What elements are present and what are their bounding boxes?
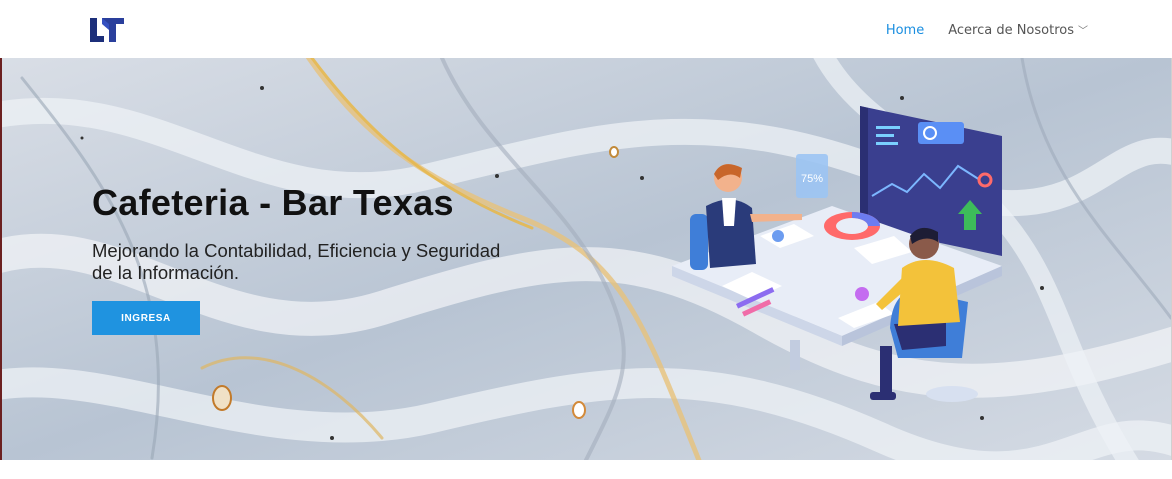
office-meeting-illustration: 75% [672, 106, 1002, 402]
chevron-down-icon: ﹀ [1078, 26, 1088, 37]
ingresa-button[interactable]: INGRESA [92, 301, 200, 335]
nav-about-link[interactable]: Acerca de Nosotros ﹀ [948, 22, 1088, 38]
nav-home-link[interactable]: Home [886, 23, 924, 38]
nav-about-label: Acerca de Nosotros [948, 23, 1074, 38]
hero-title: Cafeteria - Bar Texas [92, 182, 454, 223]
page-content-start [0, 460, 1172, 479]
main-nav: Home Acerca de Nosotros ﹀ [886, 22, 1088, 39]
navbar: Home Acerca de Nosotros ﹀ [0, 0, 1172, 58]
badge-value: 75% [801, 173, 823, 185]
percentage-badge: 75% [796, 154, 828, 198]
logo-icon[interactable] [88, 16, 128, 44]
hero-subtitle: Mejorando la Contabilidad, Eficiencia y … [92, 240, 501, 283]
hero-banner: Cafeteria - Bar Texas Mejorando la Conta… [2, 58, 1171, 460]
